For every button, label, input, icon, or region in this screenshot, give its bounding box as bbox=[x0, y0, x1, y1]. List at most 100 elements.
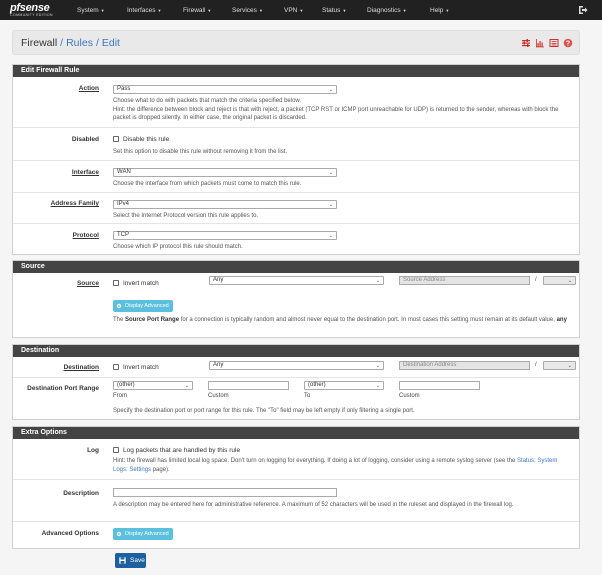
interface-select[interactable]: WAN ⌄ bbox=[113, 168, 337, 177]
chart-icon[interactable] bbox=[535, 38, 545, 48]
menu-services[interactable]: Services ▼ bbox=[232, 7, 284, 14]
log-label: Log bbox=[87, 447, 99, 454]
chevron-down-icon: ⌄ bbox=[328, 170, 333, 176]
action-help: Choose what to do with packets that matc… bbox=[113, 98, 559, 121]
breadcrumb-rules[interactable]: Rules bbox=[66, 37, 93, 49]
destination-invert-checkbox[interactable] bbox=[113, 364, 119, 370]
destination-address-input[interactable]: Destination Address bbox=[399, 361, 530, 370]
description-input[interactable] bbox=[113, 488, 337, 497]
protocol-row: Protocol TCP ⌄ Choose which IP protocol t… bbox=[13, 223, 579, 254]
address-family-select[interactable]: IPv4 ⌄ bbox=[113, 200, 337, 209]
disabled-help: Set this option to disable this rule wit… bbox=[113, 149, 288, 155]
custom-from-label: Custom bbox=[208, 393, 229, 399]
main-menu: System ▼ Interfaces ▼ Firewall ▼ Services ▼ … bbox=[77, 7, 470, 14]
breadcrumb-bar: Firewall / Rules / Edit ? bbox=[12, 30, 580, 55]
source-address-input[interactable]: Source Address bbox=[399, 276, 530, 285]
logout-icon[interactable] bbox=[578, 5, 588, 15]
save-button[interactable]: Save bbox=[115, 553, 146, 568]
destination-port-label: Destination Port Range bbox=[27, 385, 99, 392]
description-help: A description may be entered here for ad… bbox=[113, 502, 514, 508]
log-checkbox[interactable] bbox=[113, 447, 119, 453]
custom-to-label: Custom bbox=[399, 393, 420, 399]
action-select[interactable]: Pass ⌄ bbox=[113, 85, 337, 94]
menu-status[interactable]: Status ▼ bbox=[322, 7, 367, 14]
breadcrumb-edit[interactable]: Edit bbox=[102, 37, 120, 49]
to-label: To bbox=[304, 393, 311, 399]
source-title: Source bbox=[13, 261, 579, 273]
disable-rule-text: Disable this rule bbox=[123, 135, 170, 143]
breadcrumb-shortcuts: ? bbox=[521, 38, 573, 48]
action-row: Action Pass ⌄ Choose what to do with pack… bbox=[13, 77, 579, 127]
destination-type-select[interactable]: Any ⌄ bbox=[209, 361, 384, 370]
destination-row: Destination Invert match Any ⌄ Destinatio… bbox=[13, 357, 579, 377]
advanced-options-row: Advanced Options Display Advanced bbox=[13, 521, 579, 548]
settings-sliders-icon[interactable] bbox=[521, 38, 531, 48]
destination-title: Destination bbox=[13, 345, 579, 357]
disable-rule-checkbox[interactable] bbox=[113, 136, 119, 142]
source-display-advanced-button[interactable]: Display Advanced bbox=[113, 300, 173, 312]
panel-title: Edit Firewall Rule bbox=[13, 65, 579, 77]
destination-port-to-custom[interactable] bbox=[399, 381, 480, 390]
advanced-display-button[interactable]: Display Advanced bbox=[113, 528, 173, 540]
chevron-down-icon: ⌄ bbox=[375, 363, 380, 369]
protocol-label: Protocol bbox=[72, 232, 99, 239]
chevron-down-icon: ⌄ bbox=[567, 278, 572, 284]
interface-help: Choose the interface from which packets … bbox=[113, 181, 302, 187]
protocol-select[interactable]: TCP ⌄ bbox=[113, 231, 337, 240]
source-slash: / bbox=[535, 277, 537, 283]
interface-label: Interface bbox=[71, 169, 99, 176]
breadcrumb-firewall: Firewall bbox=[21, 37, 58, 49]
menu-diagnostics[interactable]: Diagnostics ▼ bbox=[367, 7, 430, 14]
source-type-select[interactable]: Any ⌄ bbox=[209, 276, 384, 285]
log-help: Hint: the firewall has limited local log… bbox=[113, 458, 558, 473]
menu-system[interactable]: System ▼ bbox=[77, 7, 127, 14]
source-invert-text: Invert match bbox=[123, 279, 159, 287]
address-family-row: Address Family IPv4 ⌄ Select the Internet… bbox=[13, 192, 579, 223]
disabled-label: Disabled bbox=[71, 136, 99, 143]
svg-text:?: ? bbox=[566, 40, 570, 47]
top-navbar: pfsense COMMUNITY EDITION System ▼ Interf… bbox=[0, 0, 602, 20]
chevron-down-icon: ⌄ bbox=[567, 363, 572, 369]
log-row: Log Log packets that are handled by this… bbox=[13, 439, 579, 479]
destination-slash: / bbox=[535, 362, 537, 368]
destination-port-row: Destination Port Range (other) ⌄ (other) ⌄… bbox=[13, 377, 579, 419]
description-label: Description bbox=[63, 490, 99, 497]
source-label: Source bbox=[76, 280, 99, 287]
gear-icon bbox=[116, 531, 122, 537]
gear-icon bbox=[116, 303, 122, 309]
edit-rule-panel: Edit Firewall Rule Action Pass ⌄ Choose w… bbox=[12, 64, 580, 255]
menu-vpn[interactable]: VPN ▼ bbox=[284, 7, 322, 14]
source-invert-checkbox[interactable] bbox=[113, 280, 119, 286]
save-icon bbox=[119, 557, 126, 564]
destination-port-to-select[interactable]: (other) ⌄ bbox=[304, 381, 384, 390]
interface-row: Interface WAN ⌄ Choose the interface from… bbox=[13, 160, 579, 192]
destination-mask-select[interactable]: ⌄ bbox=[543, 361, 576, 370]
chevron-down-icon: ⌄ bbox=[328, 233, 333, 239]
menu-firewall[interactable]: Firewall ▼ bbox=[183, 7, 232, 14]
source-row: Source Invert match Any ⌄ Source Address … bbox=[13, 273, 579, 337]
source-mask-select[interactable]: ⌄ bbox=[543, 276, 576, 285]
address-family-help: Select the Internet Protocol version thi… bbox=[113, 213, 259, 219]
breadcrumb: Firewall / Rules / Edit bbox=[21, 37, 120, 49]
chevron-down-icon: ⌄ bbox=[184, 383, 189, 389]
destination-port-help: Specify the destination port or port ran… bbox=[113, 408, 415, 414]
extra-options-panel: Extra Options Log Log packets that are h… bbox=[12, 426, 580, 549]
list-icon[interactable] bbox=[549, 38, 559, 48]
action-label: Action bbox=[78, 85, 99, 92]
chevron-down-icon: ⌄ bbox=[375, 278, 380, 284]
destination-port-from-custom[interactable] bbox=[208, 381, 289, 390]
help-icon[interactable]: ? bbox=[563, 38, 573, 48]
menu-help[interactable]: Help ▼ bbox=[430, 7, 470, 14]
source-panel: Source Source Invert match Any ⌄ Source A… bbox=[12, 260, 580, 338]
address-family-label: Address Family bbox=[50, 200, 99, 207]
disabled-row: Disabled Disable this rule Set this opti… bbox=[13, 127, 579, 160]
log-checkbox-text: Log packets that are handled by this rul… bbox=[123, 446, 241, 454]
chevron-down-icon: ⌄ bbox=[328, 202, 333, 208]
destination-label: Destination bbox=[63, 364, 99, 371]
destination-port-from-select[interactable]: (other) ⌄ bbox=[113, 381, 193, 390]
advanced-options-label: Advanced Options bbox=[41, 530, 99, 537]
pfsense-logo[interactable]: pfsense COMMUNITY EDITION bbox=[0, 0, 62, 20]
chevron-down-icon: ⌄ bbox=[328, 87, 333, 93]
source-help: The Source Port Range for a connection i… bbox=[113, 317, 567, 323]
menu-interfaces[interactable]: Interfaces ▼ bbox=[127, 7, 183, 14]
